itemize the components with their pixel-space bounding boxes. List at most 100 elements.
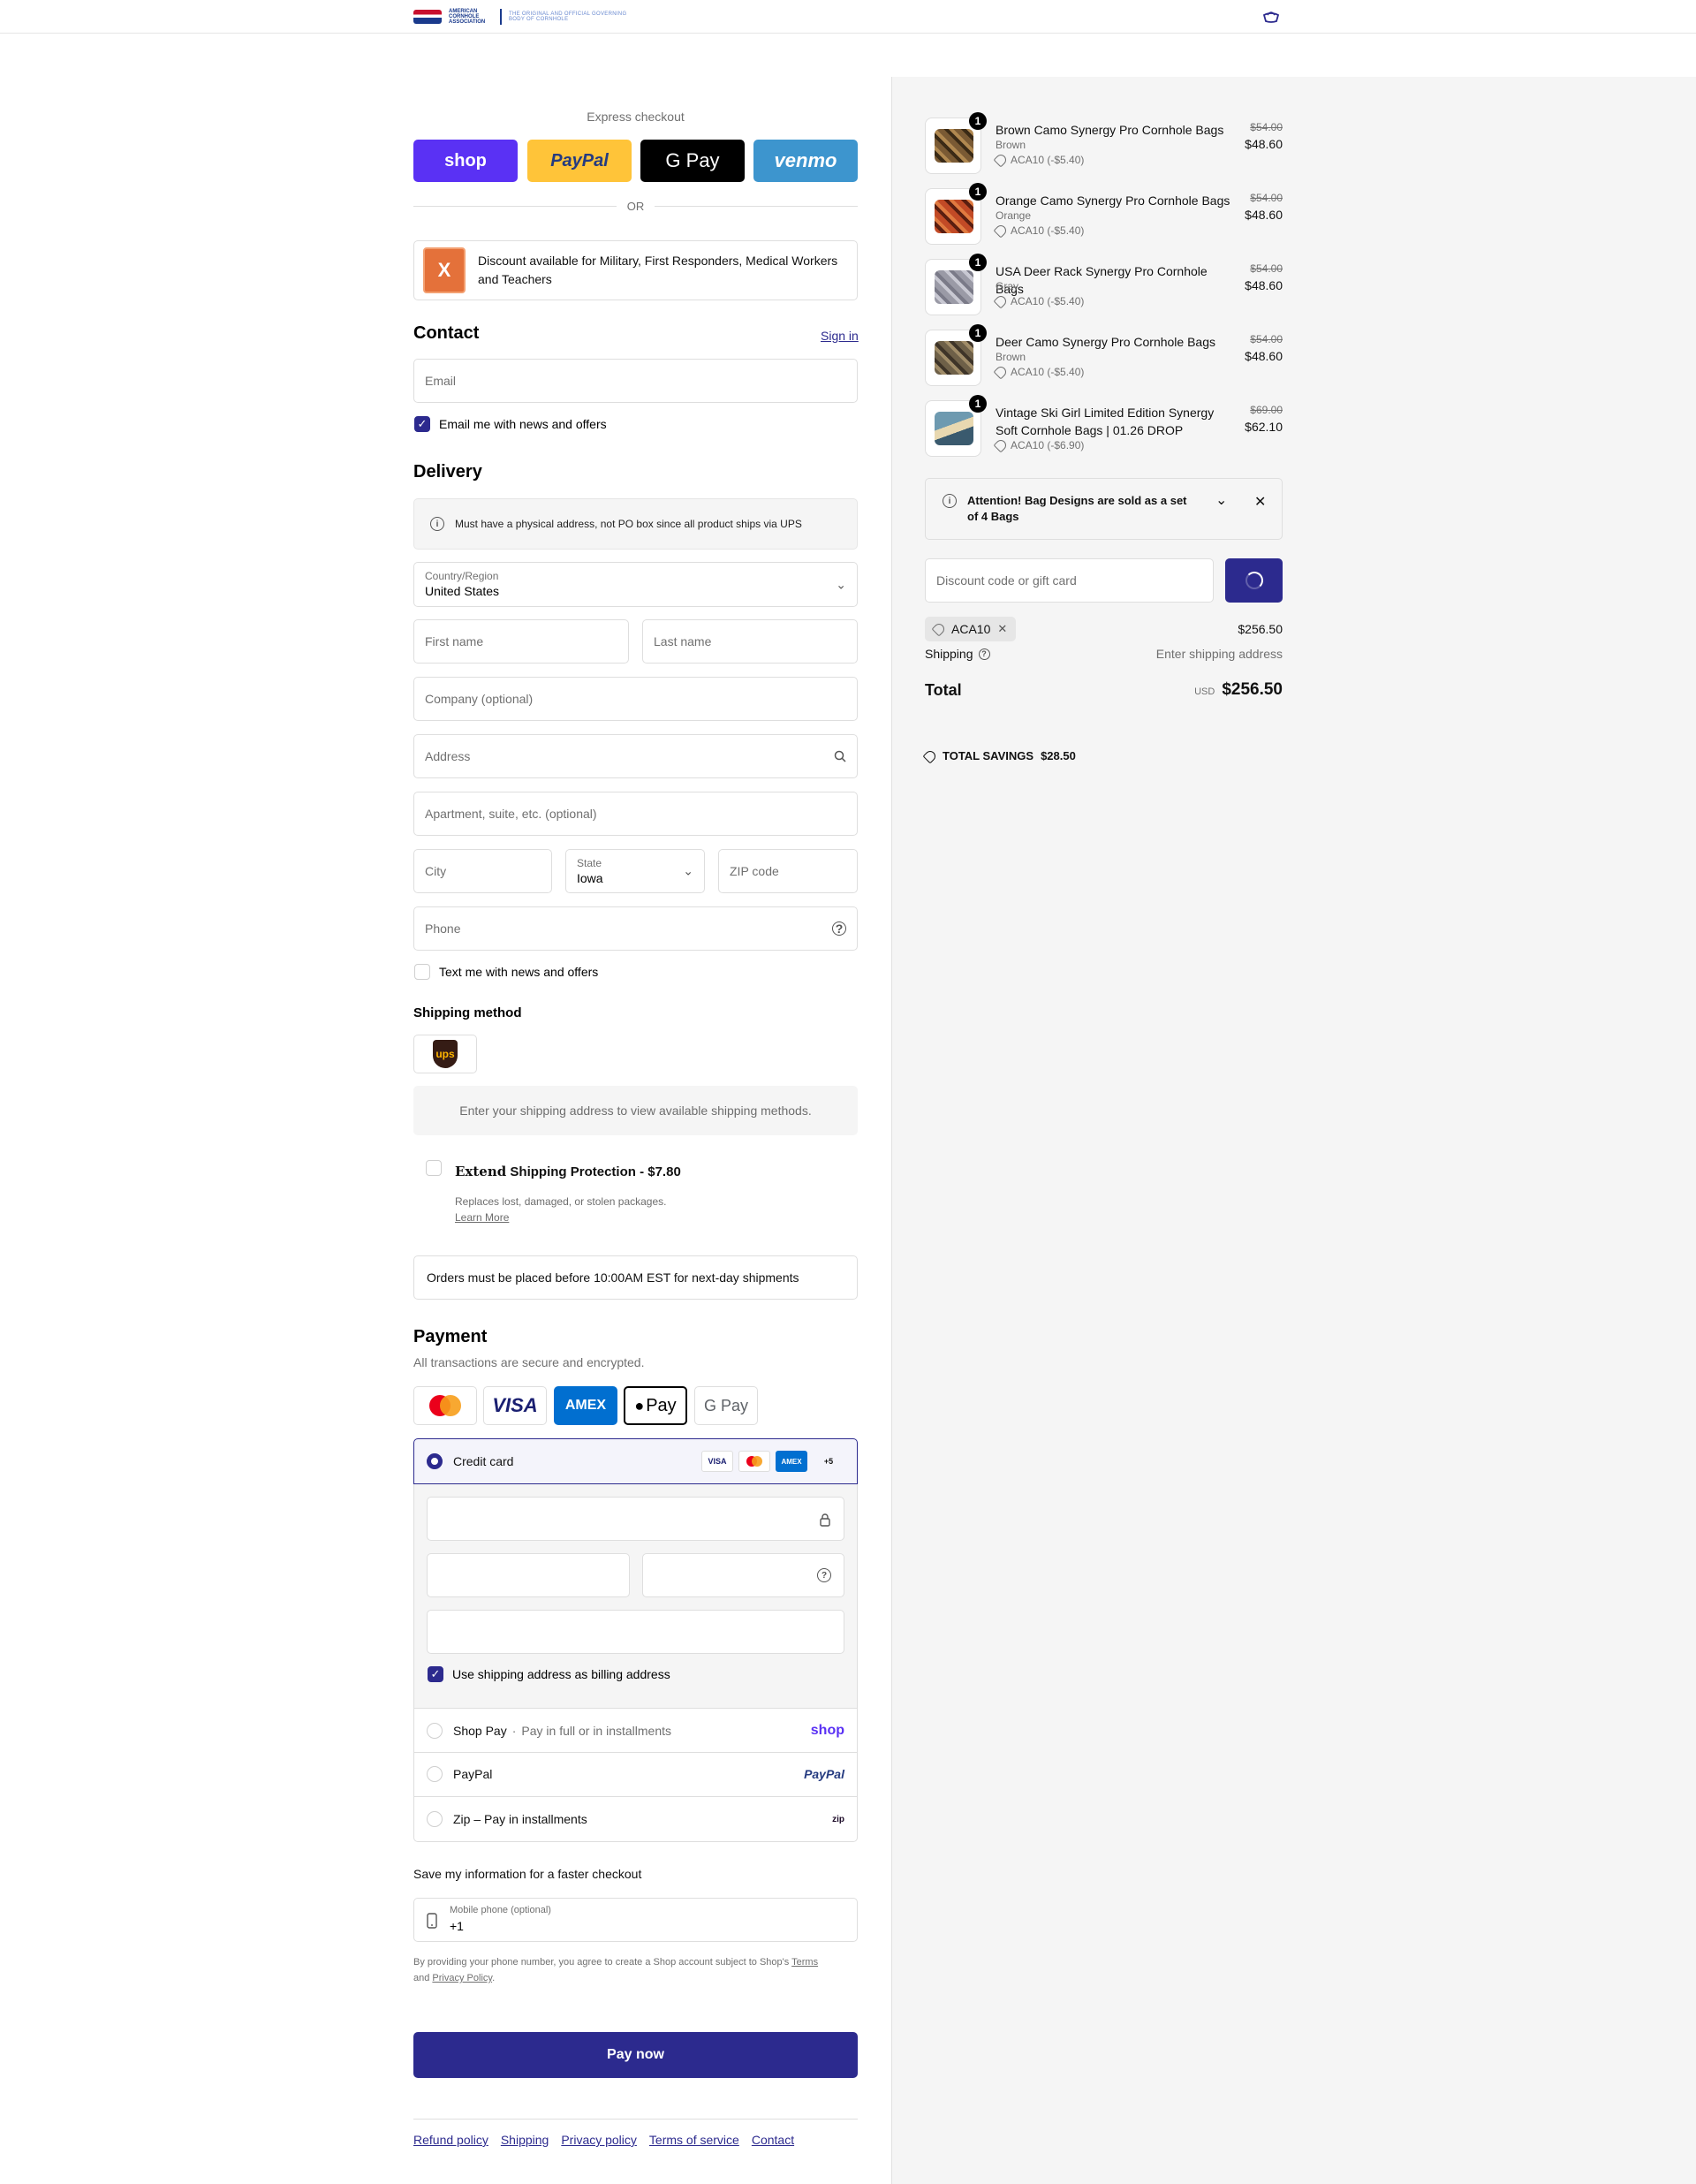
cart-item: 1 Vintage Ski Girl Limited Edition Syner… — [925, 395, 1283, 459]
address-field[interactable]: Address — [413, 734, 858, 778]
quantity-badge: 1 — [969, 324, 987, 342]
zip-label: Zip – Pay in installments — [453, 1812, 587, 1826]
order-summary-panel — [891, 77, 1696, 2184]
amex-logo[interactable]: AMEX — [554, 1386, 617, 1425]
product-discount-text: ACA10 (-$5.40) — [1011, 366, 1085, 378]
country-select[interactable]: Country/Region United States ⌄ — [413, 562, 858, 607]
terms-link[interactable]: Terms — [791, 1957, 818, 1968]
shop-pay-option[interactable]: Shop Pay · Pay in full or in installment… — [413, 1708, 858, 1753]
terms-of-service-link[interactable]: Terms of service — [649, 2133, 739, 2147]
mastercard-logo[interactable] — [413, 1386, 477, 1425]
text-news-checkbox[interactable] — [414, 964, 430, 980]
shipping-protection-title: Extend Shipping Protection - $7.80 — [455, 1164, 681, 1179]
store-logo[interactable]: AMERICAN CORNHOLE ASSOCIATION THE ORIGIN… — [413, 8, 641, 26]
zip-option[interactable]: Zip – Pay in installments zip — [413, 1797, 858, 1842]
product-discount-text: ACA10 (-$6.90) — [1011, 439, 1085, 451]
learn-more-link[interactable]: Learn More — [455, 1211, 509, 1224]
id-verify-logo-icon: X — [423, 247, 466, 293]
shipping-protection-description: Replaces lost, damaged, or stolen packag… — [455, 1195, 667, 1208]
venmo-express-button[interactable]: venmo — [753, 140, 858, 182]
zip-radio[interactable] — [427, 1811, 443, 1827]
terms-period: . — [492, 1973, 496, 1983]
card-number-field[interactable] — [427, 1497, 844, 1541]
logo-divider — [500, 9, 502, 25]
email-news-checkbox-row[interactable]: ✓ Email me with news and offers — [414, 416, 607, 432]
cart-bag-icon[interactable] — [1261, 10, 1281, 24]
billing-address-checkbox[interactable]: ✓ — [428, 1666, 443, 1682]
zip-logo: zip — [832, 1814, 844, 1824]
apartment-field[interactable]: Apartment, suite, etc. (optional) — [413, 792, 858, 836]
subtotal-value: $256.50 — [1238, 622, 1283, 636]
state-select[interactable]: State Iowa ⌄ — [565, 849, 705, 893]
paypal-radio[interactable] — [427, 1766, 443, 1782]
apple-pay-logo[interactable]: ● Pay — [624, 1386, 687, 1425]
paypal-label: PayPal — [453, 1767, 493, 1781]
chevron-down-icon: ⌄ — [683, 863, 693, 878]
product-price: $48.60 — [1245, 278, 1283, 292]
help-circle-icon[interactable]: ? — [978, 648, 990, 660]
close-icon[interactable]: ✕ — [1254, 493, 1266, 511]
phone-field[interactable]: Phone ? — [413, 906, 858, 951]
delivery-notice-text: Must have a physical address, not PO box… — [455, 518, 802, 530]
paypal-express-button[interactable]: PayPal — [527, 140, 632, 182]
ups-carrier-option[interactable]: ups — [413, 1035, 477, 1073]
mobile-phone-field[interactable]: Mobile phone (optional) +1 — [413, 1898, 858, 1942]
google-pay-express-button[interactable]: G Pay — [640, 140, 745, 182]
total-savings: TOTAL SAVINGS $28.50 — [922, 748, 1076, 763]
sign-in-link[interactable]: Sign in — [821, 329, 859, 343]
first-name-field[interactable]: First name — [413, 619, 629, 664]
or-divider: OR — [413, 198, 858, 214]
email-news-checkbox[interactable]: ✓ — [414, 416, 430, 432]
refund-policy-link[interactable]: Refund policy — [413, 2133, 488, 2147]
last-name-field[interactable]: Last name — [642, 619, 858, 664]
text-news-checkbox-row[interactable]: Text me with news and offers — [414, 964, 598, 980]
paypal-option[interactable]: PayPal PayPal — [413, 1752, 858, 1797]
zip-placeholder: ZIP code — [730, 864, 779, 878]
chevron-down-icon[interactable]: ⌄ — [1215, 491, 1227, 509]
delivery-notice: i Must have a physical address, not PO b… — [413, 498, 858, 550]
shop-pay-radio[interactable] — [427, 1722, 443, 1739]
city-field[interactable]: City — [413, 849, 552, 893]
name-on-card-field[interactable] — [427, 1610, 844, 1654]
product-variant: Orange — [996, 209, 1032, 222]
help-circle-icon[interactable]: ? — [817, 1568, 831, 1582]
expiration-date-field[interactable] — [427, 1553, 630, 1597]
apply-discount-button[interactable] — [1225, 558, 1283, 603]
discount-banner[interactable]: X Discount available for Military, First… — [413, 240, 858, 300]
security-code-field[interactable]: ? — [642, 1553, 844, 1597]
company-field[interactable]: Company (optional) — [413, 677, 858, 721]
zip-field[interactable]: ZIP code — [718, 849, 858, 893]
contact-link[interactable]: Contact — [752, 2133, 794, 2147]
pay-now-button[interactable]: Pay now — [413, 2032, 858, 2078]
shipping-policy-link[interactable]: Shipping — [501, 2133, 549, 2147]
shipping-protection-checkbox[interactable] — [426, 1160, 442, 1176]
product-discount-text: ACA10 (-$5.40) — [1011, 224, 1085, 237]
shop-pay-express-button[interactable]: shop — [413, 140, 518, 182]
email-field[interactable]: Email — [413, 359, 858, 403]
shipping-value: Enter shipping address — [1155, 647, 1283, 661]
email-news-label: Email me with news and offers — [439, 417, 607, 431]
credit-card-option[interactable]: Credit card VISA AMEX +5 — [413, 1438, 858, 1484]
product-variant: Gray — [996, 280, 1019, 292]
savings-value: $28.50 — [1041, 749, 1076, 762]
info-icon: i — [430, 517, 444, 531]
chevron-down-icon: ⌄ — [836, 577, 846, 591]
shipping-deadline-notice: Orders must be placed before 10:00AM EST… — [413, 1255, 858, 1300]
help-circle-icon[interactable]: ? — [832, 921, 846, 936]
more-cards-badge: +5 — [823, 1457, 834, 1466]
billing-address-checkbox-row[interactable]: ✓ Use shipping address as billing addres… — [428, 1666, 670, 1682]
discount-code-input[interactable]: Discount code or gift card — [925, 558, 1214, 603]
privacy-policy-footer-link[interactable]: Privacy policy — [561, 2133, 637, 2147]
attention-text: Attention! Bag Designs are sold as a set… — [967, 494, 1187, 523]
city-placeholder: City — [425, 864, 447, 878]
product-original-price: $54.00 — [1250, 192, 1283, 204]
card-form: ? ✓ Use shipping address as billing addr… — [413, 1484, 858, 1708]
privacy-policy-link[interactable]: Privacy Policy — [432, 1973, 492, 1983]
tag-icon — [993, 437, 1009, 453]
total-value: $256.50 — [1222, 680, 1283, 699]
google-pay-logo[interactable]: G Pay — [694, 1386, 758, 1425]
visa-logo[interactable]: VISA — [483, 1386, 547, 1425]
product-image — [935, 129, 973, 163]
total-amount-group: USD $256.50 — [1194, 680, 1283, 700]
credit-card-radio[interactable] — [427, 1453, 443, 1469]
